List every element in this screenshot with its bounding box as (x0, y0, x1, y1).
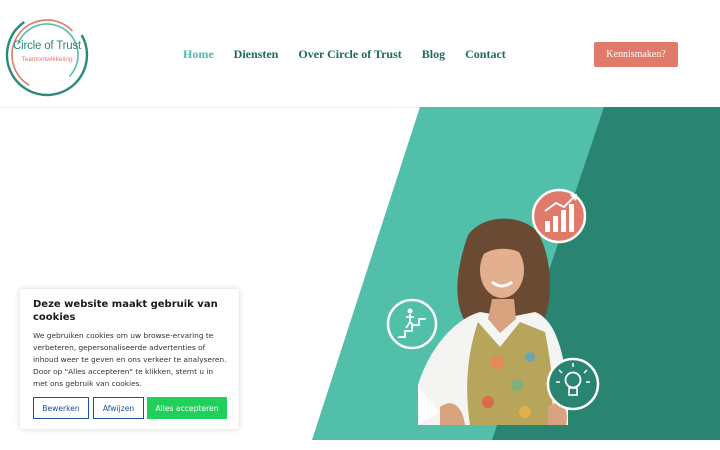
logo-circles-icon (5, 13, 89, 97)
cookie-title: Deze website maakt gebruik van cookies (33, 299, 218, 323)
stairs-climber-icon (386, 298, 438, 350)
cookie-banner: Deze website maakt gebruik van cookies W… (20, 289, 239, 429)
logo-subtitle: Teamontwikkeling (21, 56, 73, 63)
nav-over-circle-of-trust[interactable]: Over Circle of Trust (298, 47, 401, 62)
cookie-edit-button[interactable]: Bewerken (33, 397, 89, 419)
main-nav: Home Diensten Over Circle of Trust Blog … (183, 46, 526, 62)
cookie-reject-button[interactable]: Afwijzen (93, 397, 144, 419)
logo[interactable]: Circle of Trust Teamontwikkeling (4, 12, 90, 98)
growth-chart-icon (531, 188, 587, 244)
cookie-text: We gebruiken cookies om uw browse-ervari… (33, 331, 227, 388)
kennismaken-button[interactable]: Kennismaken? (594, 42, 678, 67)
nav-home[interactable]: Home (183, 47, 214, 62)
logo-title: Circle of Trust (13, 40, 81, 52)
cookie-accept-all-button[interactable]: Alles accepteren (147, 397, 227, 419)
nav-diensten[interactable]: Diensten (234, 47, 279, 62)
nav-blog[interactable]: Blog (422, 47, 445, 62)
site-header: Circle of Trust Teamontwikkeling Home Di… (0, 0, 720, 108)
nav-contact[interactable]: Contact (465, 47, 506, 62)
lightbulb-icon (546, 357, 600, 411)
